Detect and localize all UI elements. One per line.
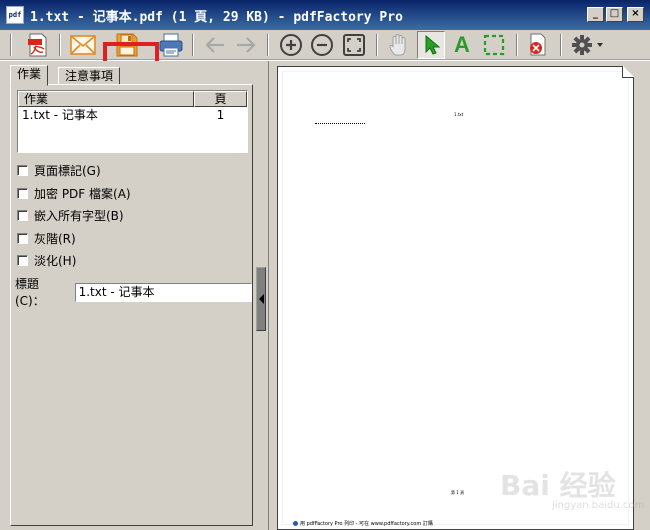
page-footer: 用 pdfFactory Pro 列印 - 可在 www.pdffactory.… (293, 520, 433, 527)
checkbox[interactable] (17, 188, 28, 199)
option-label: 加密 PDF 檔案(A) (34, 187, 131, 201)
checkbox[interactable] (17, 255, 28, 266)
option-grayscale[interactable]: 灰階(R) (17, 230, 76, 247)
delete-page-icon (530, 33, 546, 56)
job-pages: 1 (216, 108, 225, 122)
zoom-in-icon (280, 34, 302, 56)
hand-tool-button[interactable] (386, 31, 414, 59)
watermark-subtext: jingyan.baidu.com (552, 500, 645, 511)
select-tool-button[interactable] (417, 31, 445, 59)
preview-area[interactable]: 1.txt 第 1 頁 用 pdfFactory Pro 列印 - 可在 www… (268, 61, 650, 530)
pdffactory-logo-icon (293, 521, 298, 526)
fit-page-button[interactable] (340, 31, 368, 59)
previous-page-button[interactable] (201, 31, 229, 59)
save-as-pdf-button[interactable] (24, 31, 52, 59)
page-header-text: 1.txt (454, 112, 464, 117)
option-page-marks[interactable]: 頁面標記(G) (17, 162, 101, 179)
close-button[interactable]: × (627, 7, 644, 22)
option-encrypt-pdf[interactable]: 加密 PDF 檔案(A) (17, 185, 131, 202)
page-text-line (315, 123, 365, 124)
checkbox[interactable] (17, 233, 28, 244)
settings-menu-button[interactable] (568, 31, 608, 59)
fit-page-icon (343, 34, 365, 56)
mail-icon (70, 35, 96, 55)
marquee-select-button[interactable] (480, 31, 508, 59)
minimize-button[interactable]: _ (587, 7, 604, 22)
forward-arrow-icon (237, 37, 256, 53)
left-panel: 作業 注意事項 作業 頁 1.txt - 记事本 1 頁面標記(G) 加密 PD… (0, 61, 256, 530)
hand-tool-icon (389, 34, 406, 56)
toolbar-separator (516, 34, 518, 56)
zoom-in-button[interactable] (277, 31, 305, 59)
window-title: 1.txt - 记事本.pdf (1 頁, 29 KB) - pdfFactor… (30, 9, 403, 25)
option-embed-fonts[interactable]: 嵌入所有字型(B) (17, 207, 124, 224)
next-page-button[interactable] (232, 31, 260, 59)
delete-page-button[interactable] (524, 31, 552, 59)
tab-notes[interactable]: 注意事項 (58, 67, 121, 85)
pdf-icon (28, 33, 47, 57)
toolbar-separator (267, 34, 269, 56)
toolbar-separator (376, 34, 378, 56)
option-label: 嵌入所有字型(B) (34, 209, 124, 223)
title-label: 標題(C)： (15, 277, 45, 308)
title-row: 標題(C)： 1.txt - 记事本 (15, 275, 252, 309)
option-fade[interactable]: 淡化(H) (17, 252, 76, 269)
back-arrow-icon (205, 37, 224, 53)
column-header-pages[interactable]: 頁 (194, 91, 247, 107)
toolbar-separator (59, 34, 61, 56)
page-footer-note: 用 pdfFactory Pro 列印 - 可在 www.pdffactory.… (300, 521, 433, 527)
email-button[interactable] (69, 31, 97, 59)
zoom-out-icon (311, 34, 333, 56)
select-arrow-icon (425, 34, 441, 55)
text-select-button[interactable]: A (448, 31, 476, 59)
title-input[interactable]: 1.txt - 记事本 (74, 282, 252, 302)
print-icon (159, 33, 183, 57)
text-select-icon: A (454, 32, 470, 57)
option-label: 淡化(H) (34, 254, 77, 268)
checkbox[interactable] (17, 210, 28, 221)
toolbar-separator (560, 34, 562, 56)
pdf-app-icon: pdf (6, 6, 24, 24)
watermark-text: Bai 经验 (500, 469, 616, 502)
toolbar-separator (192, 34, 194, 56)
settings-gear-icon (572, 35, 603, 55)
page-content: 1.txt 第 1 頁 用 pdfFactory Pro 列印 - 可在 www… (282, 71, 629, 527)
maximize-button[interactable]: □ (606, 7, 623, 22)
list-item[interactable]: 1.txt - 记事本 1 (18, 107, 247, 124)
tab-pane-jobs: 作業 頁 1.txt - 记事本 1 頁面標記(G) 加密 PDF 檔案(A) … (10, 84, 253, 526)
print-button[interactable] (157, 31, 185, 59)
panel-splitter[interactable] (256, 61, 268, 530)
option-label: 灰階(R) (34, 232, 76, 246)
column-header-job[interactable]: 作業 (18, 91, 194, 107)
page-corner-fold (622, 66, 634, 78)
window-controls: _ □ × (587, 7, 644, 22)
option-label: 頁面標記(G) (34, 164, 101, 178)
toolbar-separator (10, 34, 12, 56)
watermark: Bai 经验 jingyan.baidu.com (500, 464, 650, 524)
preview-page: 1.txt 第 1 頁 用 pdfFactory Pro 列印 - 可在 www… (277, 66, 634, 530)
marquee-select-icon (483, 34, 505, 56)
collapse-arrow-icon (259, 294, 264, 304)
checkbox[interactable] (17, 165, 28, 176)
collapse-panel-handle[interactable] (256, 267, 266, 331)
zoom-out-button[interactable] (308, 31, 336, 59)
job-name: 1.txt - 记事本 (22, 108, 98, 122)
page-number: 第 1 頁 (451, 490, 465, 495)
jobs-list: 作業 頁 1.txt - 记事本 1 (17, 90, 248, 153)
toolbar: A (0, 30, 650, 98)
tab-jobs[interactable]: 作業 (10, 65, 49, 86)
jobs-list-header: 作業 頁 (18, 91, 247, 107)
title-bar: pdf 1.txt - 记事本.pdf (1 頁, 29 KB) - pdfFa… (0, 0, 650, 30)
